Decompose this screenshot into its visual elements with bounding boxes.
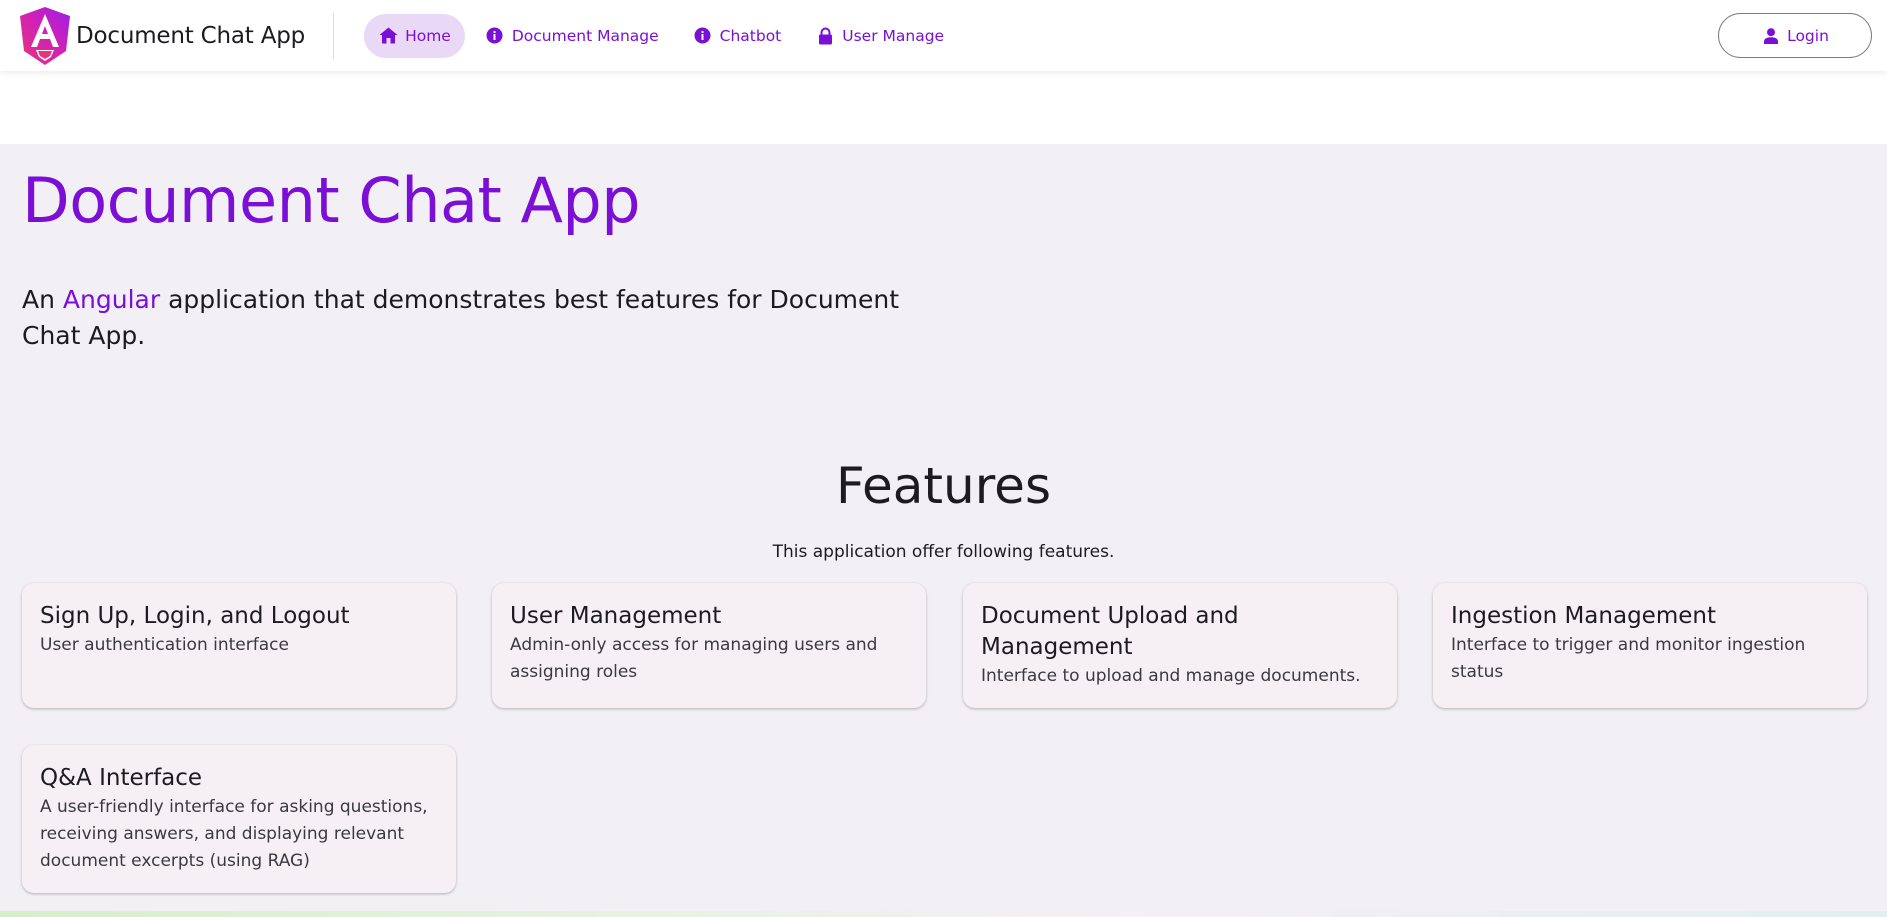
feature-card-auth: Sign Up, Login, and Logout User authenti… bbox=[22, 583, 456, 708]
info-icon bbox=[693, 26, 713, 46]
nav-home-label: Home bbox=[405, 26, 451, 45]
feature-card-title: User Management bbox=[510, 603, 722, 629]
bottom-gradient-strip bbox=[0, 911, 1887, 917]
main-content: Document Chat App An Angular application… bbox=[0, 144, 1887, 912]
features-title: Features bbox=[836, 457, 1051, 515]
main-nav: Home Document Manage Chatbot User Manage bbox=[364, 13, 958, 58]
hero-title: Document Chat App bbox=[22, 164, 641, 237]
brand[interactable]: Document Chat App bbox=[0, 0, 305, 71]
nav-user-manage[interactable]: User Manage bbox=[801, 14, 958, 58]
info-icon bbox=[485, 26, 505, 46]
feature-card-text: A user-friendly interface for asking que… bbox=[40, 797, 428, 871]
home-icon bbox=[378, 26, 398, 46]
feature-card-ingestion: Ingestion Management Interface to trigge… bbox=[1433, 583, 1867, 708]
feature-card-user-management: User Management Admin-only access for ma… bbox=[492, 583, 926, 708]
hero-desc-prefix: An bbox=[22, 285, 63, 314]
feature-card-qa: Q&A Interface A user-friendly interface … bbox=[22, 745, 456, 893]
feature-card-text: Interface to trigger and monitor ingesti… bbox=[1451, 635, 1806, 682]
hero-description: An Angular application that demonstrates… bbox=[22, 282, 922, 354]
app-title[interactable]: Document Chat App bbox=[76, 23, 305, 49]
nav-user-manage-label: User Manage bbox=[842, 26, 945, 45]
top-toolbar: Document Chat App Home Document Manage C… bbox=[0, 0, 1887, 71]
nav-document-manage-label: Document Manage bbox=[511, 26, 659, 45]
feature-card-title: Ingestion Management bbox=[1451, 603, 1716, 629]
features-subtitle: This application offer following feature… bbox=[772, 542, 1115, 562]
nav-home[interactable]: Home bbox=[364, 13, 465, 58]
nav-chatbot-label: Chatbot bbox=[719, 26, 782, 45]
angular-logo-icon[interactable] bbox=[18, 5, 72, 67]
login-label: Login bbox=[1787, 26, 1829, 45]
toolbar-divider bbox=[333, 12, 335, 59]
feature-card-title: Document Upload and Management bbox=[981, 603, 1239, 660]
feature-card-text: Interface to upload and manage documents… bbox=[981, 666, 1361, 686]
feature-card-document-upload: Document Upload and Management Interface… bbox=[963, 583, 1397, 708]
nav-document-manage[interactable]: Document Manage bbox=[471, 14, 673, 58]
feature-card-title: Q&A Interface bbox=[40, 765, 203, 791]
angular-link[interactable]: Angular bbox=[63, 285, 160, 314]
login-button[interactable]: Login bbox=[1718, 13, 1872, 58]
nav-chatbot[interactable]: Chatbot bbox=[679, 14, 796, 58]
feature-card-text: Admin-only access for managing users and… bbox=[510, 635, 878, 682]
feature-card-title: Sign Up, Login, and Logout bbox=[40, 603, 350, 629]
lock-icon bbox=[815, 26, 835, 46]
feature-card-text: User authentication interface bbox=[40, 635, 289, 655]
person-icon bbox=[1761, 26, 1781, 46]
